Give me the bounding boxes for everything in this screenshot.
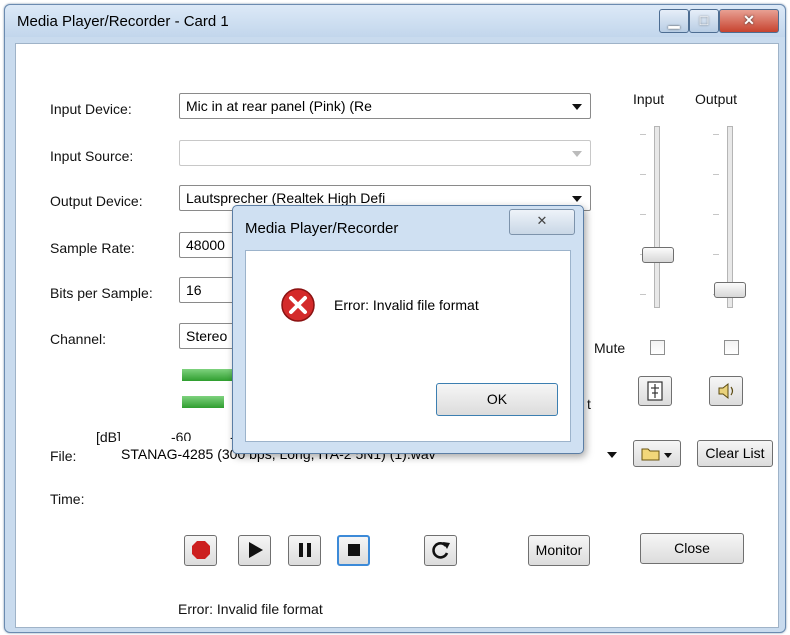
output-mute-checkbox[interactable] <box>724 340 739 355</box>
dialog-body: Error: Invalid file format OK <box>245 250 571 442</box>
slider-tick <box>640 214 646 215</box>
mute-label: Mute <box>594 340 626 356</box>
time-label: Time: <box>50 491 85 507</box>
play-icon <box>248 542 263 558</box>
stop-icon <box>347 544 360 556</box>
speaker-icon <box>718 382 734 400</box>
clear-list-button[interactable]: Clear List <box>697 440 773 467</box>
folder-icon <box>641 448 672 461</box>
play-button[interactable] <box>238 535 271 566</box>
dialog-ok-button[interactable]: OK <box>436 383 558 416</box>
minimize-icon: ▁ <box>668 12 680 28</box>
minimize-button[interactable]: ▁ <box>659 9 689 33</box>
chevron-down-icon <box>572 151 582 157</box>
window-title: Media Player/Recorder - Card 1 <box>17 13 229 30</box>
maximize-button[interactable]: □ <box>689 9 719 33</box>
meter-trailing-text: t <box>587 396 591 412</box>
maximize-icon: □ <box>699 12 709 28</box>
error-icon <box>281 288 315 322</box>
record-icon <box>191 541 210 559</box>
close-icon: ✕ <box>743 12 755 28</box>
close-window-button[interactable]: ✕ <box>719 9 779 33</box>
monitor-button[interactable]: Monitor <box>528 535 590 566</box>
input-mute-checkbox[interactable] <box>650 340 665 355</box>
status-text: Error: Invalid file format <box>178 601 323 617</box>
input-device-label: Input Device: <box>50 101 132 117</box>
slider-tick <box>713 174 719 175</box>
close-icon: ✕ <box>536 213 548 228</box>
slider-tick <box>713 134 719 135</box>
mixer-icon <box>647 381 663 401</box>
input-device-value: Mic in at rear panel (Pink) (Re <box>186 98 372 114</box>
input-settings-button[interactable] <box>638 376 672 406</box>
repeat-icon <box>431 542 450 559</box>
chevron-down-icon <box>572 196 582 202</box>
sample-rate-value: 48000 <box>186 237 225 253</box>
slider-tick <box>640 134 646 135</box>
bits-per-sample-value: 16 <box>186 282 202 298</box>
dialog-title: Media Player/Recorder <box>245 220 399 237</box>
channel-value: Stereo <box>186 328 228 344</box>
title-bar[interactable]: Media Player/Recorder - Card 1 ▁ □ ✕ <box>5 5 785 37</box>
output-volume-slider-track <box>727 126 733 308</box>
input-source-label: Input Source: <box>50 148 134 164</box>
slider-tick <box>640 294 646 295</box>
chevron-down-icon <box>607 452 617 458</box>
browse-folder-button[interactable] <box>633 440 681 467</box>
pause-icon <box>298 543 311 557</box>
dialog-close-button[interactable]: ✕ <box>509 209 575 235</box>
input-volume-slider-thumb[interactable] <box>642 247 674 263</box>
slider-tick <box>713 214 719 215</box>
level-meter-right <box>182 396 224 408</box>
chevron-down-icon <box>572 104 582 110</box>
slider-tick <box>713 254 719 255</box>
file-label: File: <box>50 448 77 464</box>
input-volume-slider-track <box>654 126 660 308</box>
output-device-value: Lautsprecher (Realtek High Defi <box>186 190 386 206</box>
input-device-select[interactable]: Mic in at rear panel (Pink) (Re <box>179 93 591 119</box>
input-volume-label: Input <box>633 91 665 107</box>
input-source-select[interactable] <box>179 140 591 166</box>
slider-tick <box>640 174 646 175</box>
output-speaker-button[interactable] <box>709 376 743 406</box>
repeat-button[interactable] <box>424 535 457 566</box>
sample-rate-label: Sample Rate: <box>50 240 135 256</box>
bits-per-sample-label: Bits per Sample: <box>50 285 153 301</box>
stop-button[interactable] <box>337 535 370 566</box>
error-dialog: Media Player/Recorder ✕ Error: Invalid f… <box>232 205 584 454</box>
dialog-message: Error: Invalid file format <box>334 297 479 313</box>
channel-label: Channel: <box>50 331 107 347</box>
output-volume-slider-thumb[interactable] <box>714 282 746 298</box>
output-device-label: Output Device: <box>50 193 143 209</box>
output-volume-label: Output <box>695 91 738 107</box>
close-button[interactable]: Close <box>640 533 744 564</box>
pause-button[interactable] <box>288 535 321 566</box>
record-button[interactable] <box>184 535 217 566</box>
